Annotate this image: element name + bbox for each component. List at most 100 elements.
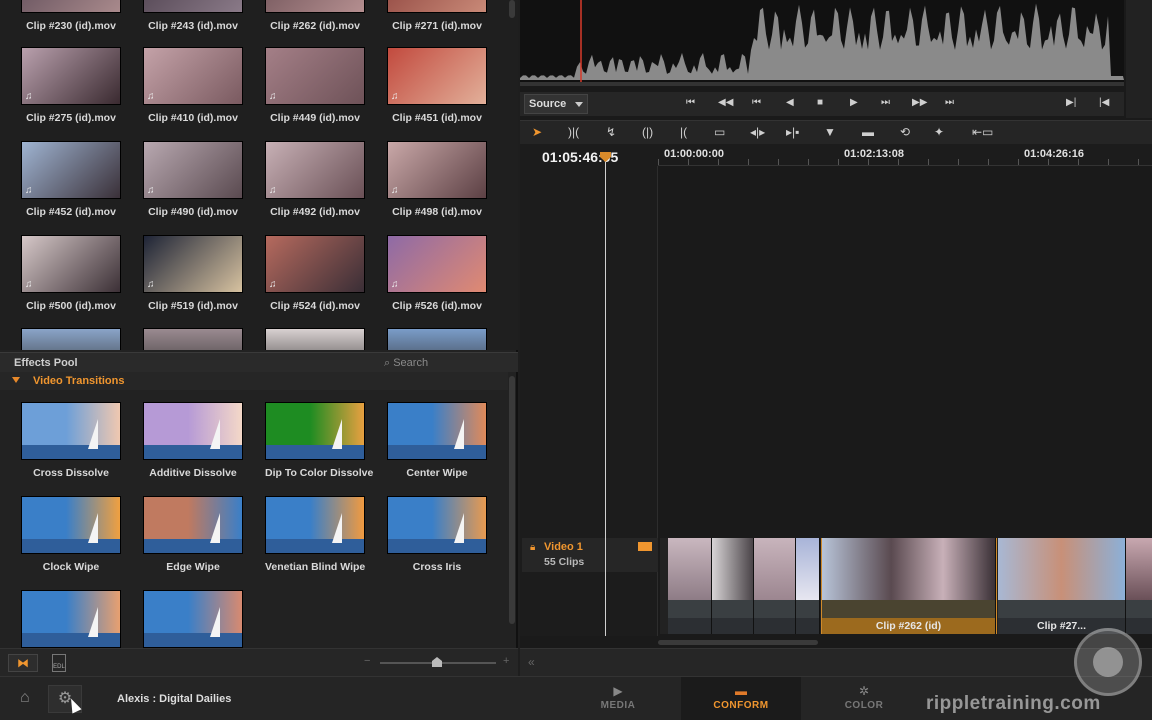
reverse-play-icon[interactable]: ◀: [786, 97, 794, 108]
effects-search[interactable]: ⌕ Search: [384, 357, 428, 370]
media-clip[interactable]: ♫ Clip #490 (id).mov: [143, 141, 243, 218]
transition-item[interactable]: Clock Wipe: [21, 496, 121, 573]
transition-item[interactable]: Edge Wipe: [143, 496, 243, 573]
media-clip[interactable]: [143, 328, 243, 350]
play-icon[interactable]: ▶: [850, 97, 858, 108]
video-1-track[interactable]: Clip #262 (id) Clip #27...: [660, 538, 1152, 634]
scrollbar-thumb[interactable]: [658, 640, 818, 645]
media-clip[interactable]: ♫ Clip #492 (id).mov: [265, 141, 365, 218]
timeline-clip[interactable]: [754, 538, 796, 634]
media-clip[interactable]: ♫ Clip #500 (id).mov: [21, 235, 121, 312]
first-frame-icon[interactable]: ⏮: [686, 97, 695, 108]
audio-waveform: [520, 0, 1124, 86]
edl-icon[interactable]: EDL: [52, 654, 66, 672]
edit-toolbar: ➤ )|( ↯ (|) |( ▭ ◂|▸ ▸|▪ ▼ ▬ ⟲ ✦ ⇤▭: [520, 120, 1152, 144]
media-clip[interactable]: [387, 328, 487, 350]
ruler-tick: [958, 159, 959, 165]
snap-icon[interactable]: ✦: [934, 125, 944, 139]
video-transitions-category[interactable]: Video Transitions: [0, 372, 508, 390]
mark-in-icon[interactable]: ▶|: [1066, 97, 1076, 108]
stop-icon[interactable]: ■: [817, 97, 823, 108]
transition-thumbnail: [265, 402, 365, 460]
transition-item[interactable]: [143, 590, 243, 648]
page-tab-media[interactable]: ▶ MEDIA: [558, 677, 678, 720]
zoom-out-icon[interactable]: −: [364, 655, 370, 667]
media-clip[interactable]: ♫ Clip #519 (id).mov: [143, 235, 243, 312]
timeline-clip[interactable]: [668, 538, 712, 634]
transition-item[interactable]: [21, 590, 121, 648]
timeline-clip[interactable]: [1126, 538, 1152, 634]
mark-out-icon[interactable]: |◀: [1099, 97, 1109, 108]
trim-tool-icon[interactable]: )|(: [568, 125, 579, 139]
collapse-icon[interactable]: «: [528, 655, 535, 669]
prev-edit-icon[interactable]: ⏮: [752, 97, 761, 108]
media-clip[interactable]: Clip #230 (id).mov: [21, 0, 121, 32]
media-clip[interactable]: ♫ Clip #524 (id).mov: [265, 235, 365, 312]
roll-icon[interactable]: |(: [680, 125, 687, 139]
page-tab-color[interactable]: ✲ COLOR: [804, 677, 924, 720]
source-waveform[interactable]: [520, 0, 1124, 86]
playhead-line[interactable]: [605, 152, 606, 636]
media-clip[interactable]: ♫ Clip #526 (id).mov: [387, 235, 487, 312]
slip-icon[interactable]: ◂|▸: [750, 125, 765, 139]
timeline-clip[interactable]: Clip #27...: [998, 538, 1126, 634]
lock-icon[interactable]: 🔒︎: [530, 542, 535, 553]
transition-item[interactable]: Venetian Blind Wipe: [265, 496, 365, 573]
transition-item[interactable]: Dip To Color Dissolve: [265, 402, 374, 479]
timeline-clip[interactable]: [796, 538, 820, 634]
link-icon[interactable]: ⟲: [900, 125, 910, 139]
zoom-fit-icon[interactable]: ⇤▭: [972, 125, 993, 139]
media-clip[interactable]: ♫ Clip #451 (id).mov: [387, 47, 487, 124]
disclosure-triangle-icon[interactable]: [12, 377, 20, 383]
timeline-clip-selected[interactable]: Clip #262 (id): [821, 538, 997, 634]
overwrite-icon[interactable]: ▼: [824, 125, 836, 139]
pointer-tool-icon[interactable]: ➤: [532, 125, 542, 139]
page-tab-label: CONFORM: [713, 700, 769, 711]
clip-thumbnail: ♫: [387, 235, 487, 293]
clip-label: Clip #519 (id).mov: [148, 300, 238, 312]
blade-tool-icon[interactable]: ▭: [714, 125, 725, 139]
media-clip[interactable]: ♫ Clip #449 (id).mov: [265, 47, 365, 124]
transition-item[interactable]: Additive Dissolve: [143, 402, 243, 479]
slide-icon[interactable]: ▸|▪: [786, 125, 799, 139]
transition-item[interactable]: Center Wipe: [387, 402, 487, 479]
media-clip[interactable]: [265, 328, 365, 350]
track-name: Video 1: [544, 541, 583, 553]
timeline-ruler[interactable]: 01:00:00:00 01:02:13:08 01:04:26:16: [658, 144, 1152, 166]
media-clip[interactable]: Clip #243 (id).mov: [143, 0, 243, 32]
fast-forward-icon[interactable]: ▶▶: [912, 97, 927, 108]
clip-thumbnail: [143, 0, 243, 13]
clip-label: Clip #490 (id).mov: [148, 206, 238, 218]
replace-icon[interactable]: ▬: [862, 125, 874, 139]
media-clip[interactable]: Clip #271 (id).mov: [387, 0, 487, 32]
media-clip[interactable]: ♫ Clip #498 (id).mov: [387, 141, 487, 218]
media-clip[interactable]: ♫ Clip #452 (id).mov: [21, 141, 121, 218]
ruler-tick: [868, 159, 869, 165]
video-1-track-header[interactable]: 🔒︎ Video 1 55 Clips: [522, 538, 658, 572]
ripple-icon[interactable]: (|): [642, 125, 653, 139]
page-tab-conform[interactable]: ▬ CONFORM: [681, 677, 801, 720]
transition-item[interactable]: Cross Iris: [387, 496, 487, 573]
media-clip[interactable]: ♫ Clip #410 (id).mov: [143, 47, 243, 124]
media-clip[interactable]: Clip #262 (id).mov: [265, 0, 365, 32]
transition-item[interactable]: Cross Dissolve: [21, 402, 121, 479]
last-frame-icon[interactable]: ⏭: [945, 97, 954, 108]
media-pool-scrollbar[interactable]: [509, 0, 515, 18]
zoom-slider-knob[interactable]: [432, 657, 442, 667]
media-clip[interactable]: ♫ Clip #275 (id).mov: [21, 47, 121, 124]
zoom-in-icon[interactable]: +: [503, 655, 509, 667]
dynamic-trim-icon[interactable]: ↯: [606, 125, 616, 139]
video-camera-icon[interactable]: [638, 542, 652, 551]
timeline-area[interactable]: [658, 166, 1152, 536]
home-icon[interactable]: ⌂: [20, 689, 30, 707]
transition-label: Dip To Color Dissolve: [265, 467, 374, 479]
effects-scrollbar[interactable]: [509, 376, 515, 624]
transitions-toggle-button[interactable]: ⧓: [8, 654, 38, 672]
timeline-clip[interactable]: [712, 538, 754, 634]
next-edit-icon[interactable]: ⏭: [881, 97, 890, 108]
rewind-icon[interactable]: ◀◀: [718, 97, 733, 108]
clip-label: Clip #526 (id).mov: [392, 300, 482, 312]
source-dropdown[interactable]: Source: [524, 94, 588, 114]
ruler-tick: [808, 159, 809, 165]
media-clip[interactable]: [21, 328, 121, 350]
